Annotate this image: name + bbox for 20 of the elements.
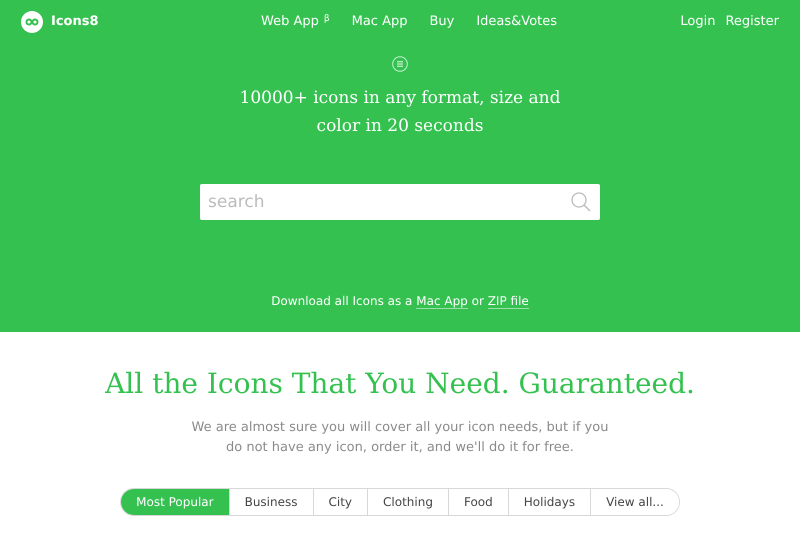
logo-icon	[21, 11, 43, 33]
nav-link[interactable]: Ideas&Votes	[476, 12, 558, 32]
search-field[interactable]: search	[200, 184, 600, 220]
hero-title: 10000+ icons in any format, size and	[240, 87, 560, 110]
brand-name[interactable]: Icons8	[51, 12, 99, 32]
account-link[interactable]: Login	[680, 12, 716, 32]
download-text: Download all Icons as a Mac App or ZIP file	[271, 293, 529, 310]
category-tab[interactable]: Most Popular	[121, 489, 229, 515]
nav-link[interactable]: Buy	[429, 12, 454, 32]
section-description: We are almost sure you will cover all your icon needs, but if you do not have any icon, order it, and we'll do it for free.	[190, 419, 610, 457]
nav-link[interactable]: Mac App	[352, 12, 408, 32]
section-title: All the Icons That You Need. Guaranteed.	[105, 366, 695, 402]
hero-title: color in 20 seconds	[316, 115, 484, 138]
category-tab[interactable]: View all...	[590, 489, 679, 515]
search-icon[interactable]	[570, 191, 592, 213]
account-link[interactable]: Register	[725, 12, 779, 32]
download-link[interactable]: ZIP file	[488, 294, 529, 309]
download-link[interactable]: Mac App	[416, 294, 468, 309]
nav-link[interactable]: Web App $^{β}$	[261, 12, 330, 32]
menu-icon[interactable]	[392, 56, 408, 72]
